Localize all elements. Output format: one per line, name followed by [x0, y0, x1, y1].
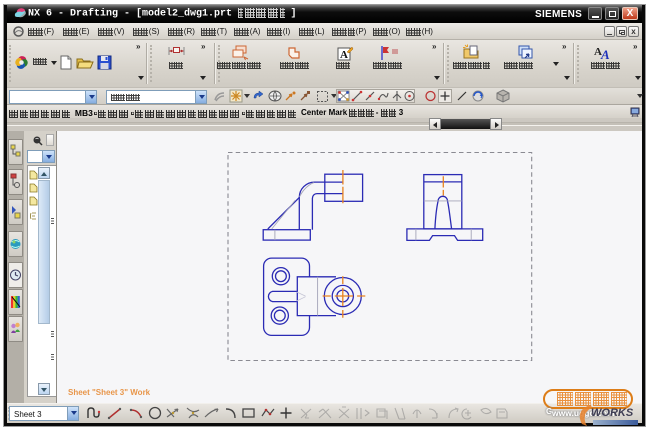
svg-text:A: A	[600, 47, 610, 61]
svg-text:A: A	[340, 49, 348, 61]
